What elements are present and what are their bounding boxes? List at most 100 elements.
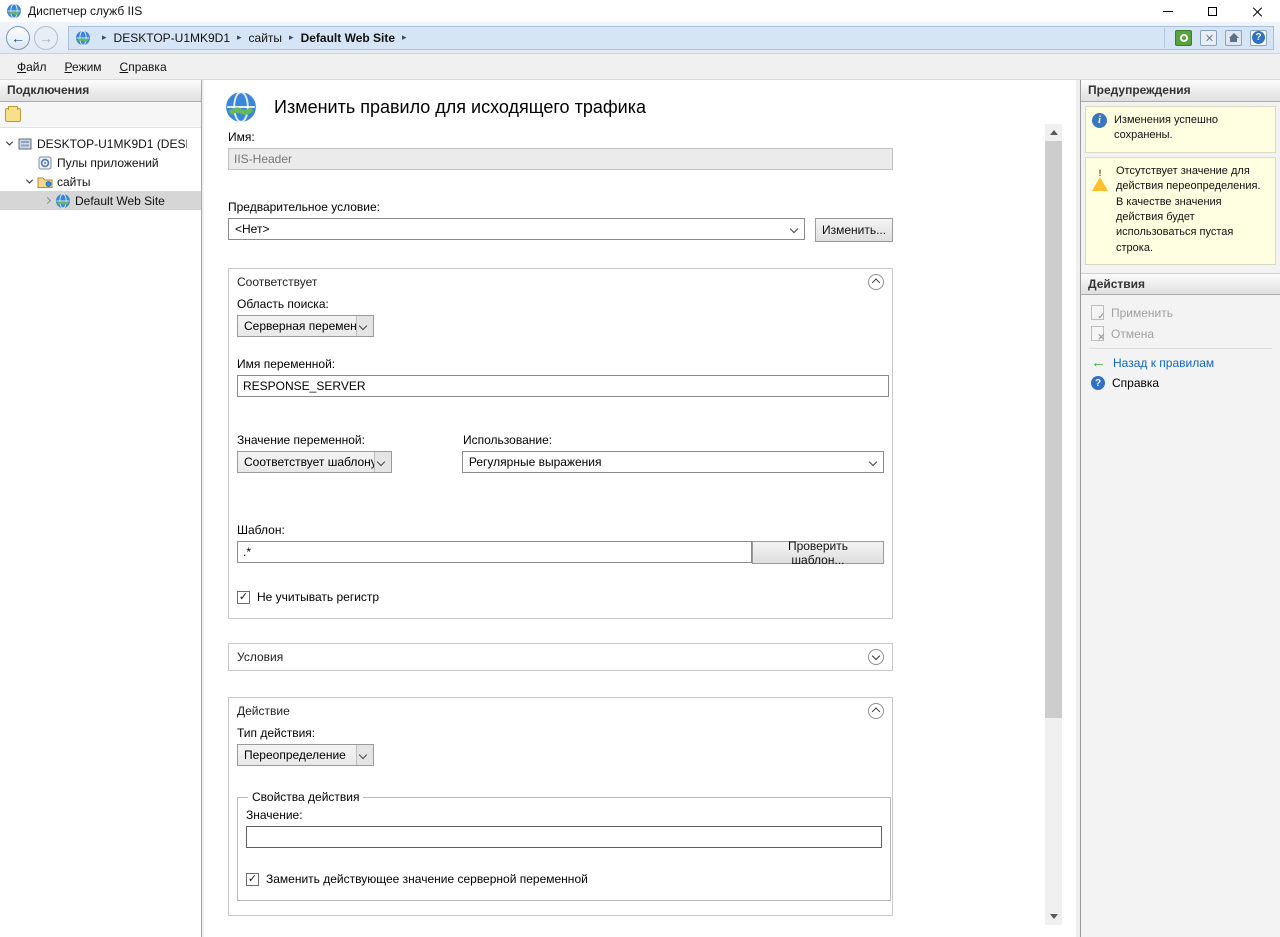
action-type-label: Тип действия:: [237, 726, 884, 740]
chevron-up-icon: [872, 707, 880, 715]
info-alert-text: Изменения успешно сохранены.: [1114, 113, 1269, 144]
close-button[interactable]: [1235, 0, 1280, 22]
help-glyph: ?: [1252, 31, 1265, 44]
match-section: Соответствует Область поиска: Серверная …: [228, 268, 893, 619]
action-value-input[interactable]: [246, 826, 882, 848]
help-glyph: ?: [1095, 378, 1101, 389]
chevron-closed: [44, 197, 51, 204]
forward-icon: →: [39, 30, 53, 46]
restart-icon[interactable]: [1175, 30, 1192, 46]
server-icon: [17, 136, 33, 152]
breadcrumb-separator-icon[interactable]: ▸: [237, 32, 242, 43]
create-connection-icon[interactable]: [5, 108, 21, 122]
match-section-title: Соответствует: [237, 275, 317, 289]
back-to-rules-action[interactable]: ← Назад к правилам: [1081, 353, 1280, 373]
scroll-up-button[interactable]: [1045, 124, 1062, 141]
breadcrumb-item-sites[interactable]: сайты: [249, 31, 283, 45]
menu-view[interactable]: Режим: [56, 57, 111, 77]
help-icon[interactable]: ?: [1250, 30, 1267, 46]
breadcrumb: ▸ DESKTOP-U1MK9D1 ▸ сайты ▸ Default Web …: [68, 26, 1274, 50]
chevron-open: [26, 177, 33, 184]
name-input: [228, 148, 893, 170]
scroll-down-button[interactable]: [1045, 908, 1062, 925]
action-type-value: Переопределение: [244, 748, 346, 762]
back-button[interactable]: ←: [6, 26, 30, 50]
tree-item-default-web-site[interactable]: Default Web Site: [0, 191, 201, 210]
minimize-icon: [1163, 11, 1173, 12]
chevron-open: [6, 139, 13, 146]
feature-view: Изменить правило для исходящего трафика …: [204, 80, 1076, 937]
variable-value-select[interactable]: Соответствует шаблону: [237, 451, 392, 473]
actions-list: ✓ Применить ✕ Отмена ← Назад к правилам …: [1081, 295, 1280, 400]
value-using-controls: Соответствует шаблону Регулярные выражен…: [237, 451, 884, 473]
pattern-label: Шаблон:: [237, 523, 884, 537]
variable-name-input[interactable]: [237, 375, 889, 397]
connections-toolbar: [0, 102, 201, 128]
value-using-labels: Значение переменной: Использование:: [237, 433, 884, 447]
name-label: Имя:: [228, 130, 1076, 144]
scroll-down-icon: [1050, 914, 1058, 919]
chevron-down-icon: [872, 651, 880, 659]
action-type-select[interactable]: Переопределение: [237, 744, 374, 766]
help-action[interactable]: ? Справка: [1081, 373, 1280, 393]
breadcrumb-separator-icon[interactable]: ▸: [402, 32, 407, 43]
back-arrow-icon: ←: [1091, 357, 1106, 369]
collapse-icon[interactable]: [868, 274, 884, 290]
action-section-title: Действие: [237, 704, 290, 718]
tree-item-label: DESKTOP-U1MK9D1 (DESKTOP: [37, 137, 187, 151]
collapse-icon[interactable]: [868, 703, 884, 719]
test-pattern-button[interactable]: Проверить шаблон...: [752, 541, 884, 564]
actions-header: Действия: [1081, 273, 1280, 295]
menu-file[interactable]: Файл: [8, 57, 56, 77]
window-title: Диспетчер служб IIS: [28, 4, 142, 18]
connections-header: Подключения: [0, 80, 201, 102]
action-properties-group: Свойства действия Значение: ✓ Заменить д…: [237, 790, 891, 901]
stop-icon[interactable]: [1200, 30, 1217, 46]
menu-help[interactable]: Справка: [111, 57, 176, 77]
ignore-case-label: Не учитывать регистр: [257, 590, 379, 604]
precondition-label: Предварительное условие:: [228, 200, 1076, 214]
expand-toggle-icon[interactable]: [24, 176, 35, 187]
conditions-section-header[interactable]: Условия: [229, 644, 892, 670]
pattern-row: Проверить шаблон...: [237, 541, 884, 564]
replace-label: Заменить действующее значение серверной …: [266, 872, 588, 886]
pattern-input[interactable]: [237, 541, 752, 563]
alerts-header: Предупреждения: [1081, 80, 1280, 102]
using-select[interactable]: Регулярные выражения: [462, 451, 884, 473]
ignore-case-checkbox[interactable]: ✓: [237, 591, 250, 604]
breadcrumb-separator-icon[interactable]: ▸: [289, 32, 294, 43]
breadcrumb-item-default-web-site[interactable]: Default Web Site: [301, 31, 395, 45]
scrollbar-thumb[interactable]: [1045, 141, 1062, 718]
chevron-down-icon: [869, 458, 877, 466]
warning-glyph: !: [1099, 167, 1102, 180]
match-section-header[interactable]: Соответствует: [229, 269, 892, 295]
precondition-edit-button[interactable]: Изменить...: [815, 218, 893, 242]
action-section: Действие Тип действия: Переопределение С…: [228, 697, 893, 916]
expand-toggle-icon[interactable]: [42, 195, 53, 206]
info-glyph: i: [1098, 114, 1101, 128]
sites-folder-icon: [37, 174, 53, 190]
vertical-scrollbar[interactable]: [1045, 124, 1062, 925]
match-section-body: Область поиска: Серверная переменн Имя п…: [229, 295, 892, 618]
connections-tree: DESKTOP-U1MK9D1 (DESKTOP Пулы приложений…: [0, 128, 201, 210]
breadcrumb-item-server[interactable]: DESKTOP-U1MK9D1: [114, 31, 230, 45]
precondition-select[interactable]: <Нет>: [228, 218, 805, 240]
tree-item-server[interactable]: DESKTOP-U1MK9D1 (DESKTOP: [0, 134, 201, 153]
home-icon[interactable]: [1225, 30, 1242, 46]
check-icon: ✓: [248, 874, 257, 885]
replace-checkbox[interactable]: ✓: [246, 873, 259, 886]
app-pools-icon: [37, 155, 53, 171]
title-bar: Диспетчер служб IIS: [0, 0, 1280, 22]
forward-button[interactable]: →: [34, 26, 58, 50]
page-globe-icon: [224, 90, 258, 124]
expand-icon[interactable]: [868, 649, 884, 665]
variable-value-value: Соответствует шаблону: [244, 455, 377, 469]
minimize-button[interactable]: [1145, 0, 1190, 22]
maximize-button[interactable]: [1190, 0, 1235, 22]
action-section-header[interactable]: Действие: [229, 698, 892, 724]
tree-item-sites[interactable]: сайты: [0, 172, 201, 191]
expand-toggle-icon[interactable]: [4, 138, 15, 149]
tree-item-app-pools[interactable]: Пулы приложений: [0, 153, 201, 172]
variable-name-label: Имя переменной:: [237, 357, 884, 371]
scope-select[interactable]: Серверная переменн: [237, 315, 374, 337]
